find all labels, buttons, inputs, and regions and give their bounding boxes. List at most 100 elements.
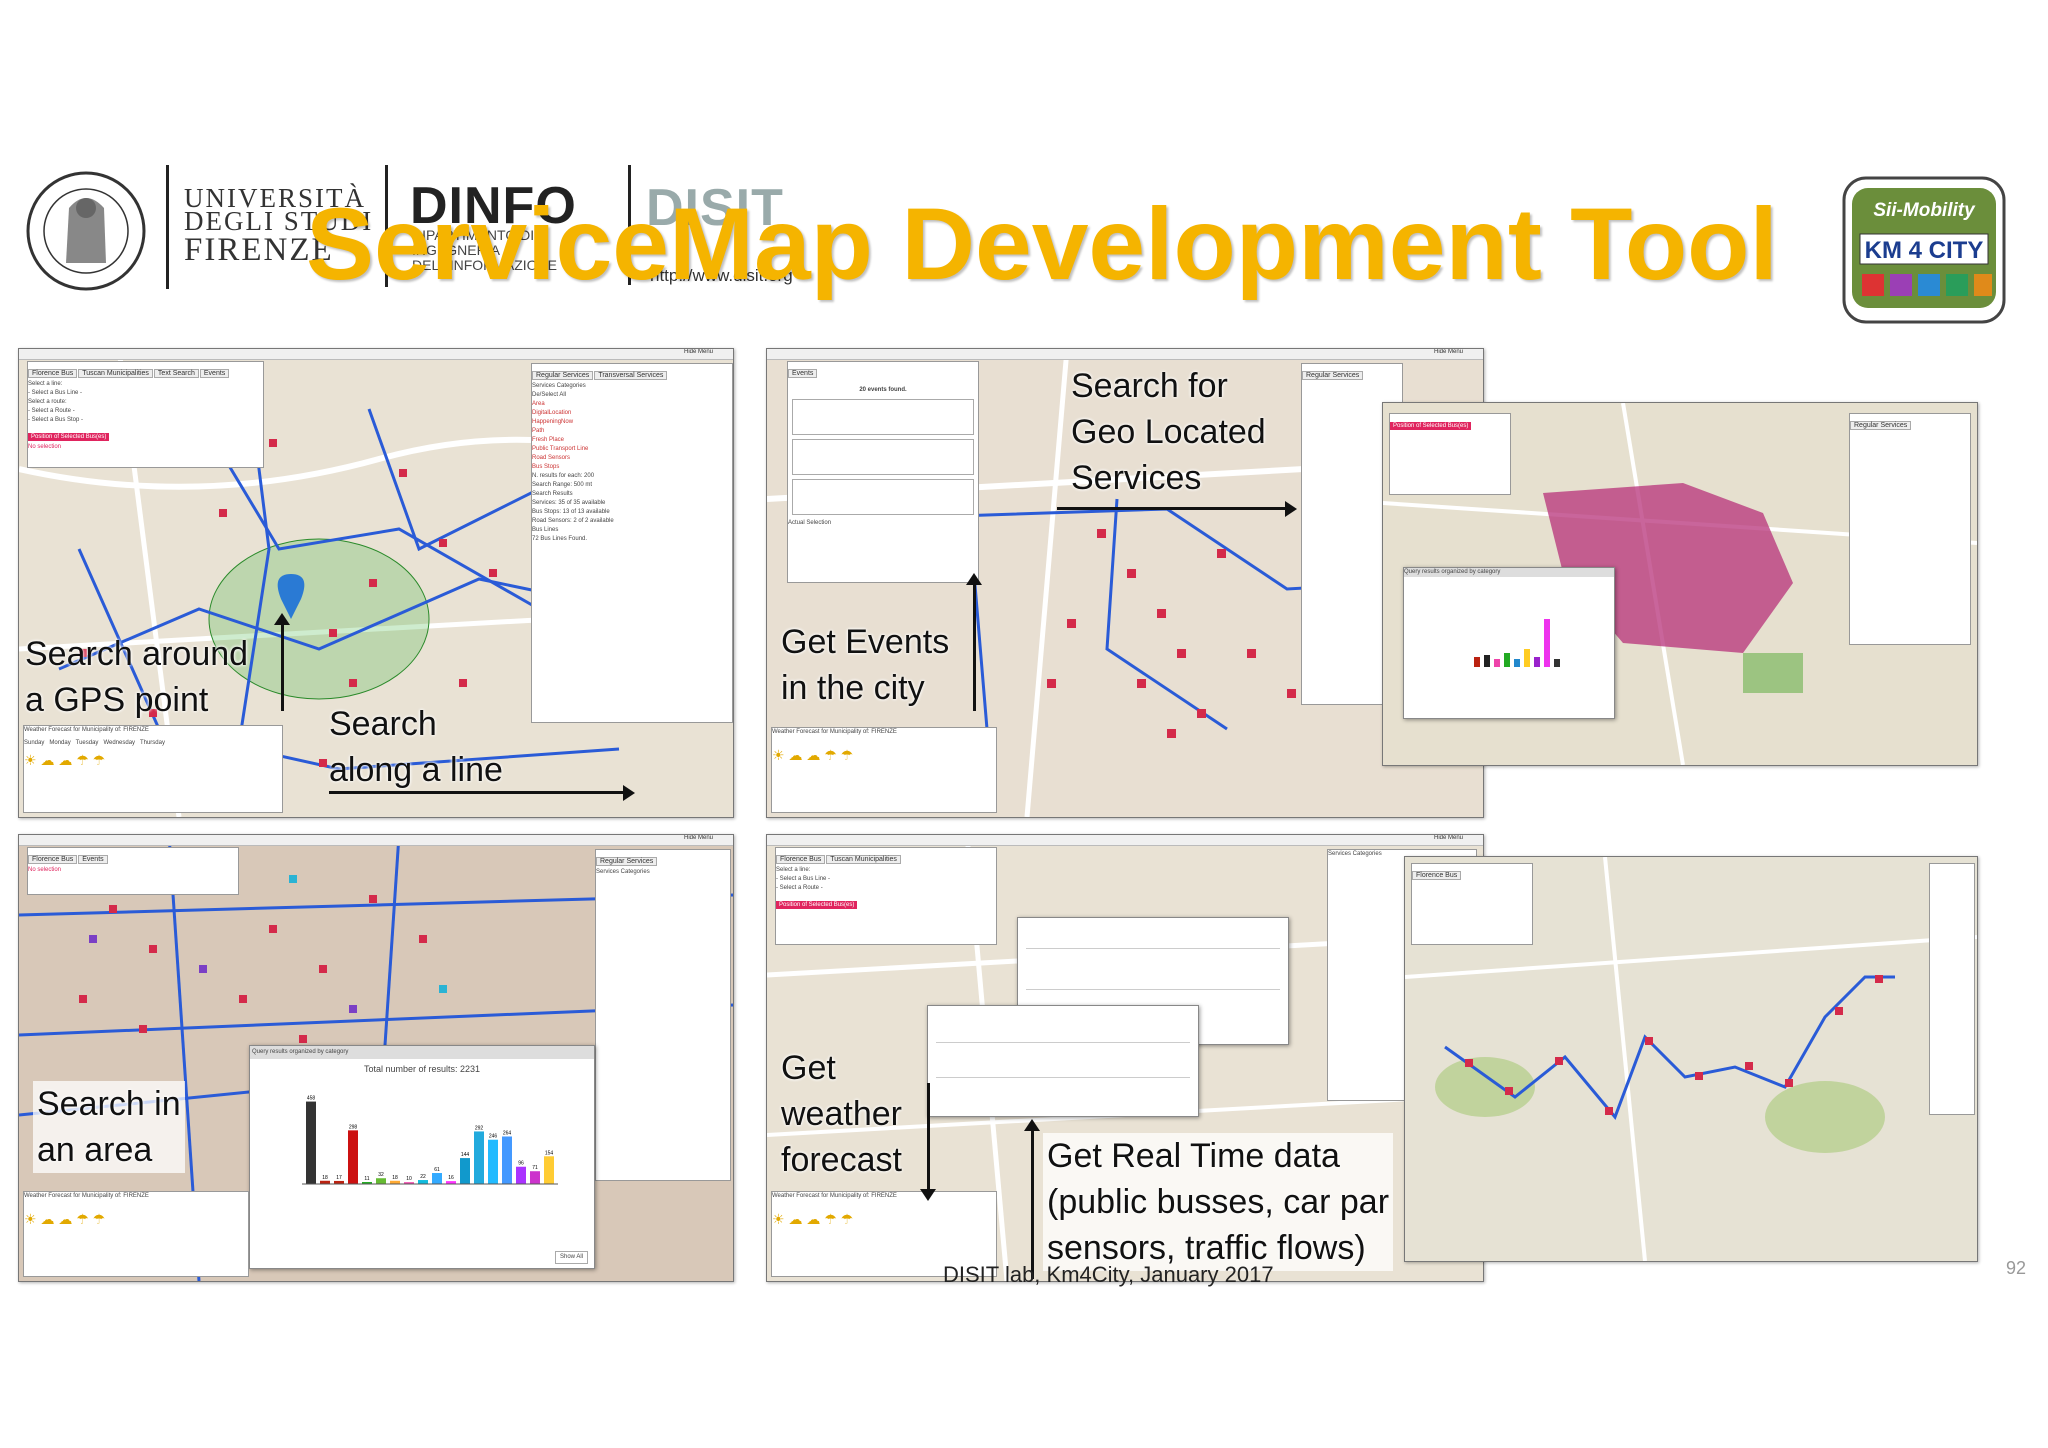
- chart-bar-label: 18: [322, 1175, 328, 1181]
- chart-bar: [502, 1136, 512, 1184]
- bus-selection-panel: Florence Bus Tuscan Municipalities Select…: [775, 847, 997, 945]
- tab-regular-services[interactable]: Regular Services: [532, 371, 594, 380]
- category-fresh-place[interactable]: Fresh Place: [532, 436, 732, 445]
- weather-title: Weather Forecast for Municipality of: FI…: [24, 1193, 149, 1199]
- tab-regular-services[interactable]: Regular Services: [596, 857, 658, 866]
- screenshot-gps-line-search: Hide Menu Florence Bus Tuscan Municipalit…: [18, 348, 734, 818]
- label-gps-line2: a GPS point: [25, 681, 209, 719]
- tab-tuscan-municipalities[interactable]: Tuscan Municipalities: [78, 369, 153, 378]
- tab-transversal-services[interactable]: Transversal Services: [594, 371, 668, 380]
- event-card[interactable]: [792, 479, 974, 515]
- category-path[interactable]: Path: [532, 427, 732, 436]
- show-all-button[interactable]: Show All: [554, 1251, 588, 1264]
- screenshot-area-search: Hide Menu Florence Bus Events No selectio…: [18, 834, 734, 1282]
- tab-florence-bus[interactable]: Florence Bus: [776, 855, 826, 864]
- arrow-realtime-head: [1024, 1119, 1040, 1131]
- bar-chart: 458 18 17 298 11 32 18 10 22 61 16 144 292 246 264 96 71…: [302, 1096, 558, 1185]
- weather-icons: ☀ ☁ ☁ ☂ ☂: [24, 1211, 106, 1227]
- hide-menu-link[interactable]: Hide Menu: [684, 349, 713, 355]
- position-selected-bus-button[interactable]: Position of Selected Bus(es): [776, 901, 858, 909]
- category-bus-stops[interactable]: Bus Stops: [532, 463, 732, 472]
- services-categories-label: Services Categories: [532, 383, 586, 389]
- chart-bar-label: 246: [489, 1134, 498, 1140]
- tab-events[interactable]: Events: [788, 369, 818, 378]
- event-card[interactable]: [792, 399, 974, 435]
- label-geo-line2: Geo Located: [1071, 413, 1266, 451]
- chart-bar-label: 61: [434, 1167, 440, 1173]
- hide-menu-link[interactable]: Hide Menu: [1434, 835, 1463, 841]
- chart-bar-label: 154: [545, 1150, 554, 1156]
- category-happening-now[interactable]: HappeningNow: [532, 418, 732, 427]
- arrow-gps: [281, 621, 284, 711]
- chart-bar-label: 144: [461, 1152, 470, 1158]
- category-area[interactable]: Area: [532, 400, 732, 409]
- tab-florence-bus[interactable]: Florence Bus: [28, 369, 78, 378]
- n-results-field[interactable]: N. results for each: 200: [532, 472, 732, 481]
- chart-bar-label: 22: [420, 1174, 426, 1180]
- hide-menu-link[interactable]: Hide Menu: [1434, 349, 1463, 355]
- tab-florence-bus[interactable]: Florence Bus: [28, 855, 78, 864]
- position-selected-bus-button[interactable]: Position of Selected Bus(es): [28, 433, 110, 441]
- route-select[interactable]: - Select a Route -: [776, 884, 996, 893]
- km4city-brand-text: KM 4 CITY: [1865, 237, 1984, 264]
- label-line-search: Search along a line: [329, 701, 503, 793]
- university-seal-logo: [26, 171, 146, 291]
- footer-credit: DISIT lab, Km4City, January 2017: [943, 1262, 1274, 1287]
- bus-selection-panel: Florence Bus: [1411, 863, 1533, 945]
- tab-florence-bus[interactable]: Florence Bus: [1412, 871, 1462, 880]
- event-card[interactable]: [792, 439, 974, 475]
- bus-line-select[interactable]: - Select a Bus Line -: [776, 875, 996, 884]
- screenshot-geo-located: Regular Services Position of Selected Bu…: [1382, 402, 1978, 766]
- weather-title: Weather Forecast for Municipality of: FI…: [772, 1193, 897, 1199]
- tab-tuscan-municipalities[interactable]: Tuscan Municipalities: [826, 855, 901, 864]
- category-road-sensors[interactable]: Road Sensors: [532, 454, 732, 463]
- bus-lines-label: Bus Lines: [532, 527, 559, 533]
- deselect-all-checkbox[interactable]: De/Select All: [532, 391, 732, 400]
- label-line-line2: along a line: [329, 751, 503, 789]
- position-selected-bus-button[interactable]: Position of Selected Bus(es): [1390, 422, 1472, 430]
- tab-regular-services[interactable]: Regular Services: [1850, 421, 1912, 430]
- label-weather: Get weather forecast: [781, 1045, 902, 1183]
- hide-menu-link[interactable]: Hide Menu: [684, 835, 713, 841]
- route-select[interactable]: - Select a Route -: [28, 407, 263, 416]
- chart-bar-label: 71: [532, 1165, 538, 1171]
- bus-line-select[interactable]: - Select a Bus Line -: [28, 389, 263, 398]
- arrow-line: [329, 791, 629, 794]
- search-range-field[interactable]: Search Range: 500 mt: [532, 481, 732, 490]
- bus-stop-select[interactable]: - Select a Bus Stop -: [28, 416, 263, 425]
- services-panel: [1929, 863, 1975, 1115]
- page-number: 92: [2006, 1258, 2027, 1278]
- tab-events[interactable]: Events: [78, 855, 108, 864]
- label-weather-line2: weather: [781, 1095, 902, 1133]
- top-menubar: Hide Menu: [19, 835, 733, 846]
- arrow-line-head: [623, 785, 635, 801]
- label-gps-line1: Search around: [25, 635, 249, 673]
- arrow-weather-head: [920, 1189, 936, 1201]
- query-results-chart: Query results organized by category Tota…: [249, 1045, 595, 1269]
- chart-bar: [348, 1130, 358, 1184]
- screenshot-bus-line: Florence Bus: [1404, 856, 1978, 1262]
- services-count: Services: 35 of 35 available: [532, 500, 606, 506]
- weather-panel: Weather Forecast for Municipality of: FI…: [771, 727, 997, 813]
- n-results-value: 200: [584, 473, 595, 479]
- label-gps-search: Search around a GPS point: [25, 631, 248, 723]
- label-weather-line3: forecast: [781, 1141, 902, 1179]
- label-geo-line3: Services: [1071, 459, 1202, 497]
- sensor-table: [936, 1042, 1190, 1078]
- weather-day: Tuesday: [75, 740, 99, 746]
- label-geo-services: Search for Geo Located Services: [1071, 363, 1266, 501]
- search-range-label: Search Range:: [532, 482, 573, 488]
- arrow-events-head: [966, 573, 982, 585]
- category-public-transport-line[interactable]: Public Transport Line: [532, 445, 732, 454]
- tab-events[interactable]: Events: [199, 369, 230, 378]
- tab-text-search[interactable]: Text Search: [153, 369, 199, 378]
- select-route-label: Select a route:: [28, 399, 67, 405]
- sensor-popup-secondary: [927, 1005, 1199, 1117]
- chart-bar-label: 32: [378, 1172, 384, 1178]
- tab-regular-services[interactable]: Regular Services: [1302, 371, 1364, 380]
- chart-bar: [306, 1101, 316, 1184]
- chart-bar-label: 10: [406, 1176, 412, 1182]
- bus-lines-count: 72 Bus Lines Found.: [532, 536, 588, 542]
- chart-bar-label: 298: [349, 1124, 358, 1130]
- category-digital-location[interactable]: DigitalLocation: [532, 409, 732, 418]
